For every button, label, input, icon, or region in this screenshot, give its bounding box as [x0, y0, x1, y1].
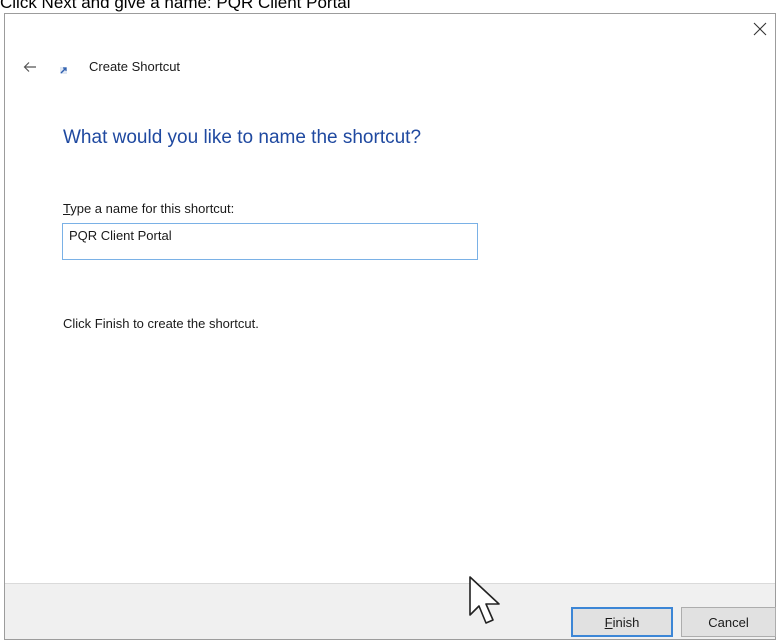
- shortcut-name-label: Type a name for this shortcut:: [63, 201, 234, 217]
- dialog-footer: Finish Cancel: [5, 583, 776, 639]
- finish-button-accesskey: F: [604, 614, 613, 630]
- wizard-title: Create Shortcut: [89, 59, 181, 74]
- back-arrow-icon: [23, 62, 36, 72]
- create-shortcut-dialog: Create Shortcut What would you like to n…: [4, 13, 776, 640]
- finish-button-label: inish: [612, 614, 640, 630]
- finish-button[interactable]: Finish: [571, 607, 673, 637]
- shortcut-name-input[interactable]: [62, 223, 478, 260]
- close-icon: [753, 22, 767, 36]
- back-button[interactable]: [19, 56, 41, 78]
- instruction-text: Click Next and give a name: PQR Client P…: [0, 0, 351, 12]
- shortcut-name-label-text: ype a name for this shortcut:: [70, 201, 235, 216]
- page-heading: What would you like to name the shortcut…: [63, 127, 422, 148]
- finish-hint-text: Click Finish to create the shortcut.: [63, 316, 259, 331]
- close-button[interactable]: [747, 16, 773, 42]
- shortcut-wizard-icon: [60, 67, 67, 74]
- cancel-button[interactable]: Cancel: [681, 607, 776, 637]
